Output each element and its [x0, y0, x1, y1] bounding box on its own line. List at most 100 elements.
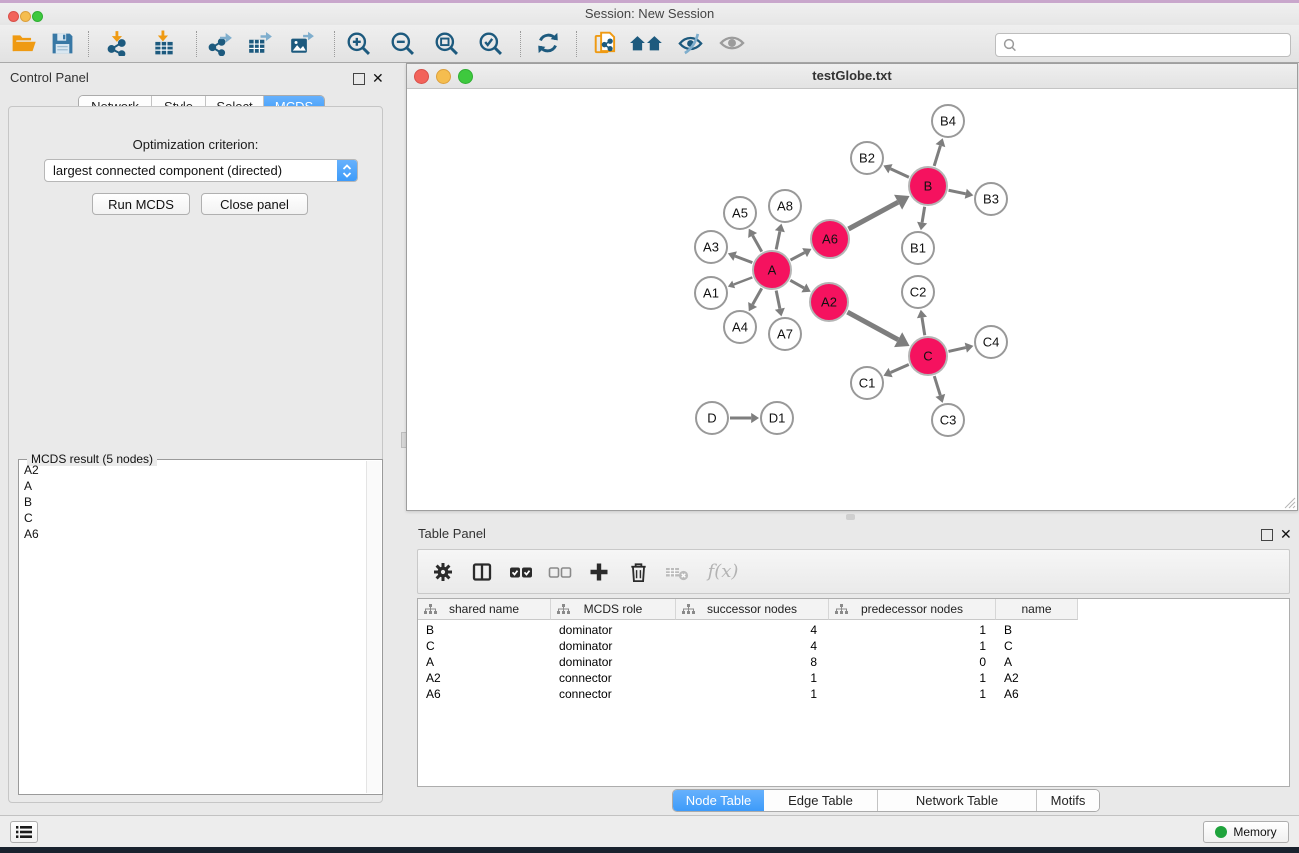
- graph-edge[interactable]: [890, 169, 908, 177]
- add-row-icon[interactable]: [586, 559, 612, 585]
- graph-edge[interactable]: [753, 235, 762, 251]
- graph-node-C4[interactable]: C4: [975, 326, 1007, 358]
- zoom-in-icon[interactable]: [344, 29, 372, 57]
- network-close-traffic-light[interactable]: [414, 69, 429, 84]
- graph-edge[interactable]: [735, 256, 752, 262]
- task-history-button[interactable]: [10, 821, 38, 843]
- mcds-result-item[interactable]: A: [20, 478, 367, 494]
- table-row[interactable]: Cdominator41C: [418, 638, 1289, 654]
- graph-node-A3[interactable]: A3: [695, 231, 727, 263]
- save-session-icon[interactable]: [48, 29, 76, 57]
- result-scrollbar[interactable]: [366, 461, 381, 793]
- graph-edge[interactable]: [734, 277, 753, 284]
- graph-edge[interactable]: [891, 364, 909, 372]
- run-mcds-button[interactable]: Run MCDS: [92, 193, 190, 215]
- mcds-result-item[interactable]: A6: [20, 526, 367, 542]
- graph-node-D[interactable]: D: [696, 402, 728, 434]
- column-header-name[interactable]: name: [996, 599, 1078, 620]
- table-row[interactable]: A6connector11A6: [418, 686, 1289, 702]
- graph-edge[interactable]: [934, 146, 940, 166]
- graph-edge[interactable]: [753, 288, 762, 304]
- graph-node-C3[interactable]: C3: [932, 404, 964, 436]
- graph-edge[interactable]: [776, 231, 780, 249]
- graph-node-B2[interactable]: B2: [851, 142, 883, 174]
- tab-network-table[interactable]: Network Table: [878, 790, 1037, 811]
- graph-edge[interactable]: [847, 312, 898, 340]
- close-traffic-light[interactable]: [8, 11, 19, 22]
- graph-edge[interactable]: [848, 202, 898, 229]
- import-table-icon[interactable]: [150, 29, 178, 57]
- minimize-traffic-light[interactable]: [20, 11, 31, 22]
- column-header-predecessor-nodes[interactable]: predecessor nodes: [829, 599, 996, 620]
- zoom-out-icon[interactable]: [388, 29, 416, 57]
- table-row[interactable]: A2connector11A2: [418, 670, 1289, 686]
- tab-motifs[interactable]: Motifs: [1037, 790, 1099, 811]
- refresh-view-icon[interactable]: [534, 29, 562, 57]
- mcds-result-item[interactable]: A2: [20, 462, 367, 478]
- zoom-fit-icon[interactable]: [432, 29, 460, 57]
- graph-node-A8[interactable]: A8: [769, 190, 801, 222]
- memory-button[interactable]: Memory: [1203, 821, 1289, 843]
- search-field[interactable]: [995, 33, 1291, 57]
- graph-edge[interactable]: [949, 190, 966, 194]
- column-header-mcds-role[interactable]: MCDS role: [551, 599, 676, 620]
- close-table-panel-icon[interactable]: ✕: [1280, 528, 1292, 540]
- delete-table-icon[interactable]: [664, 559, 690, 585]
- export-table-icon[interactable]: [246, 29, 274, 57]
- column-header-successor-nodes[interactable]: successor nodes: [676, 599, 829, 620]
- close-panel-icon[interactable]: ✕: [372, 72, 384, 84]
- graph-node-C1[interactable]: C1: [851, 367, 883, 399]
- search-input[interactable]: [1020, 35, 1290, 55]
- graph-node-C2[interactable]: C2: [902, 276, 934, 308]
- table-row[interactable]: Bdominator41B: [418, 622, 1289, 638]
- graph-node-C[interactable]: C: [909, 337, 947, 375]
- column-header-shared-name[interactable]: shared name: [418, 599, 551, 620]
- graph-node-B3[interactable]: B3: [975, 183, 1007, 215]
- float-panel-icon[interactable]: [353, 73, 365, 85]
- graph-edge[interactable]: [790, 280, 804, 288]
- export-network-icon[interactable]: [206, 29, 234, 57]
- import-network-icon[interactable]: [104, 29, 132, 57]
- tab-node-table[interactable]: Node Table: [673, 790, 764, 811]
- open-session-icon[interactable]: [10, 29, 38, 57]
- graph-edge[interactable]: [934, 376, 940, 395]
- mcds-result-item[interactable]: B: [20, 494, 367, 510]
- graph-edge[interactable]: [922, 317, 925, 335]
- graph-edge[interactable]: [922, 207, 925, 223]
- criterion-dropdown[interactable]: largest connected component (directed): [44, 159, 358, 182]
- graph-node-A2[interactable]: A2: [810, 283, 848, 321]
- mcds-result-item[interactable]: C: [20, 510, 367, 526]
- float-table-panel-icon[interactable]: [1261, 529, 1273, 541]
- select-all-icon[interactable]: [508, 559, 534, 585]
- new-network-from-selection-icon[interactable]: [592, 29, 620, 57]
- graph-node-A5[interactable]: A5: [724, 197, 756, 229]
- graph-edge[interactable]: [791, 253, 805, 261]
- apply-function-icon[interactable]: f(x): [703, 559, 743, 585]
- graph-node-A7[interactable]: A7: [769, 318, 801, 350]
- table-settings-icon[interactable]: [430, 559, 456, 585]
- window-resize-grip[interactable]: [1283, 496, 1296, 509]
- delete-row-icon[interactable]: [625, 559, 651, 585]
- table-row[interactable]: Adominator80A: [418, 654, 1289, 670]
- deselect-all-icon[interactable]: [547, 559, 573, 585]
- first-neighbors-icon[interactable]: [628, 29, 666, 57]
- show-all-icon[interactable]: [718, 29, 746, 57]
- graph-node-B[interactable]: B: [909, 167, 947, 205]
- graph-node-B4[interactable]: B4: [932, 105, 964, 137]
- graph-node-A1[interactable]: A1: [695, 277, 727, 309]
- zoom-selected-icon[interactable]: [476, 29, 504, 57]
- zoom-traffic-light[interactable]: [32, 11, 43, 22]
- hide-selected-icon[interactable]: [676, 29, 704, 57]
- tab-edge-table[interactable]: Edge Table: [764, 790, 878, 811]
- graph-node-B1[interactable]: B1: [902, 232, 934, 264]
- graph-edge[interactable]: [948, 348, 965, 352]
- network-minimize-traffic-light[interactable]: [436, 69, 451, 84]
- graph-node-A6[interactable]: A6: [811, 220, 849, 258]
- close-panel-button[interactable]: Close panel: [201, 193, 308, 215]
- network-graph[interactable]: B4B2BB3A5A8A6A3B1AA1C2A2A4A7C4CC1C3DD1: [407, 88, 1297, 510]
- network-zoom-traffic-light[interactable]: [458, 69, 473, 84]
- columns-icon[interactable]: [469, 559, 495, 585]
- graph-edge[interactable]: [776, 291, 780, 309]
- graph-node-A4[interactable]: A4: [724, 311, 756, 343]
- graph-node-A[interactable]: A: [753, 251, 791, 289]
